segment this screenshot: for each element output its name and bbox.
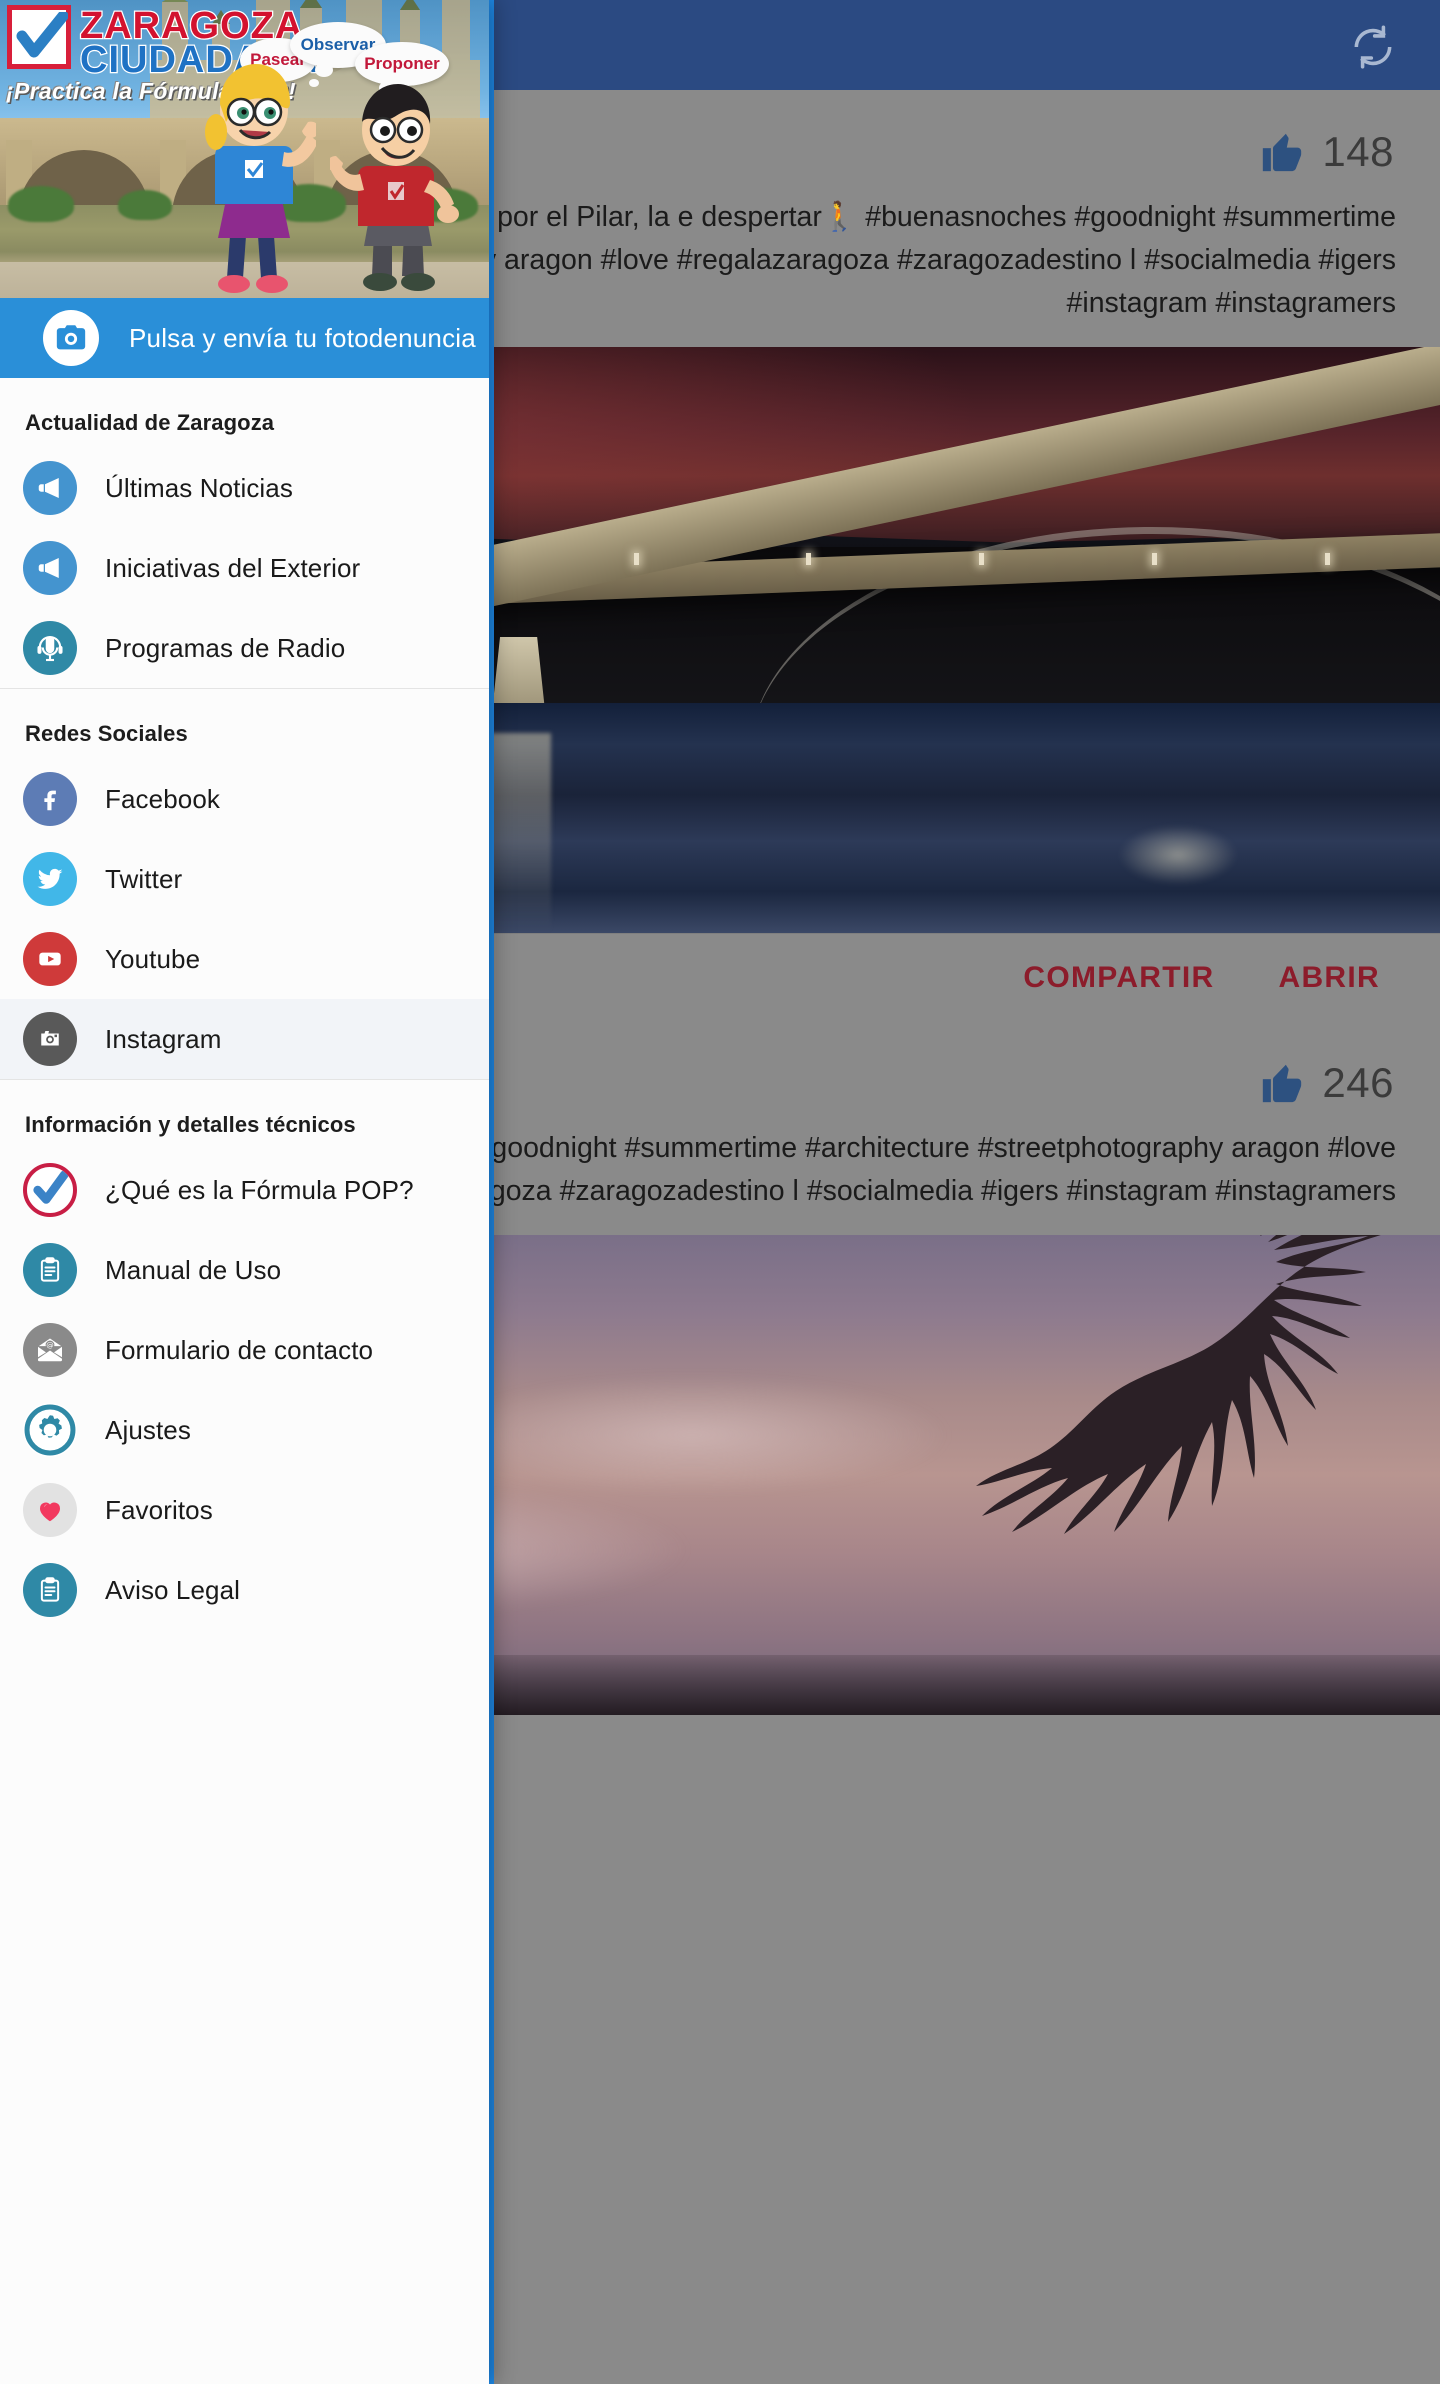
drawer-header: ZARAGOZA CIUDADANA ¡Practica la Fórmula … bbox=[0, 0, 489, 298]
sidebar-item-label: Manual de Uso bbox=[105, 1254, 282, 1285]
sidebar-item-label: Twitter bbox=[105, 863, 183, 894]
sidebar-item-ajustes[interactable]: Ajustes bbox=[0, 1390, 489, 1470]
group-title: Información y detalles técnicos bbox=[25, 1112, 356, 1137]
gear-icon bbox=[23, 1403, 77, 1457]
sidebar-item-label: Facebook bbox=[105, 783, 220, 814]
nav-group-actualidad: Actualidad de Zaragoza Últimas Noticias … bbox=[0, 378, 489, 688]
envelope-at-icon: @ bbox=[23, 1323, 77, 1377]
megaphone-icon bbox=[23, 541, 77, 595]
girl-mascot-icon bbox=[205, 64, 316, 293]
microphone-icon bbox=[23, 621, 77, 675]
checkmark-icon bbox=[16, 12, 68, 58]
sidebar-item-youtube[interactable]: Youtube bbox=[0, 919, 489, 999]
tree-silhouette-icon bbox=[976, 1235, 1381, 1534]
heart-icon bbox=[23, 1483, 77, 1537]
sidebar-item-label: Ajustes bbox=[105, 1414, 191, 1445]
document-icon bbox=[23, 1563, 77, 1617]
share-button[interactable]: COMPARTIR bbox=[1023, 961, 1214, 995]
group-title: Redes Sociales bbox=[25, 721, 188, 746]
sidebar-item-label: Iniciativas del Exterior bbox=[105, 552, 361, 583]
boy-mascot-icon bbox=[330, 84, 459, 291]
megaphone-icon bbox=[23, 461, 77, 515]
twitter-icon bbox=[23, 852, 77, 906]
refresh-icon[interactable] bbox=[1348, 22, 1398, 72]
sidebar-item-instagram[interactable]: Instagram bbox=[0, 999, 489, 1079]
instagram-icon bbox=[23, 1012, 77, 1066]
camera-icon bbox=[43, 310, 99, 366]
thumbs-up-icon bbox=[1258, 1060, 1306, 1106]
sidebar-item-ultimas-noticias[interactable]: Últimas Noticias bbox=[0, 448, 489, 528]
bubble-proponer: Proponer bbox=[355, 42, 449, 105]
navigation-drawer: ZARAGOZA CIUDADANA ¡Practica la Fórmula … bbox=[0, 0, 489, 2384]
like-count: 246 bbox=[1322, 1059, 1394, 1106]
nav-group-informacion: Información y detalles técnicos ¿Qué es … bbox=[0, 1079, 489, 1630]
sidebar-item-label: Últimas Noticias bbox=[105, 472, 293, 503]
sidebar-item-aviso-legal[interactable]: Aviso Legal bbox=[0, 1550, 489, 1630]
youtube-icon bbox=[23, 932, 77, 986]
sidebar-item-label: Programas de Radio bbox=[105, 632, 346, 663]
sidebar-item-label: ¿Qué es la Fórmula POP? bbox=[105, 1174, 414, 1205]
svg-text:@: @ bbox=[46, 1340, 53, 1349]
sidebar-item-twitter[interactable]: Twitter bbox=[0, 839, 489, 919]
photo-denuncia-banner[interactable]: Pulsa y envía tu fotodenuncia bbox=[0, 298, 489, 378]
sidebar-item-que-es-formula-pop[interactable]: ¿Qué es la Fórmula POP? bbox=[0, 1150, 489, 1230]
sidebar-item-label: Youtube bbox=[105, 943, 201, 974]
sidebar-item-favoritos[interactable]: Favoritos bbox=[0, 1470, 489, 1550]
sidebar-item-label: Favoritos bbox=[105, 1494, 213, 1525]
sidebar-item-facebook[interactable]: Facebook bbox=[0, 759, 489, 839]
thumbs-up-icon bbox=[1258, 129, 1306, 175]
photo-denuncia-label: Pulsa y envía tu fotodenuncia bbox=[129, 322, 476, 353]
group-title: Actualidad de Zaragoza bbox=[25, 410, 275, 435]
logo-box bbox=[7, 5, 71, 69]
sidebar-item-label: Instagram bbox=[105, 1023, 222, 1054]
document-icon bbox=[23, 1243, 77, 1297]
like-count: 148 bbox=[1322, 128, 1394, 175]
sidebar-item-manual-de-uso[interactable]: Manual de Uso bbox=[0, 1230, 489, 1310]
sidebar-item-formulario-contacto[interactable]: @ Formulario de contacto bbox=[0, 1310, 489, 1390]
bubble-label: Proponer bbox=[364, 54, 440, 73]
facebook-icon bbox=[23, 772, 77, 826]
sidebar-item-label: Aviso Legal bbox=[105, 1574, 241, 1605]
sidebar-item-programas-radio[interactable]: Programas de Radio bbox=[0, 608, 489, 688]
app-root: 148 ro guarda silencio, al pasar por el … bbox=[0, 0, 1440, 2384]
open-button[interactable]: ABRIR bbox=[1279, 961, 1381, 995]
checkmark-logo-icon bbox=[23, 1163, 77, 1217]
sidebar-item-iniciativas-exterior[interactable]: Iniciativas del Exterior bbox=[0, 528, 489, 608]
nav-group-redes-sociales: Redes Sociales Facebook Twitter Youtube … bbox=[0, 688, 489, 1079]
sidebar-item-label: Formulario de contacto bbox=[105, 1334, 374, 1365]
